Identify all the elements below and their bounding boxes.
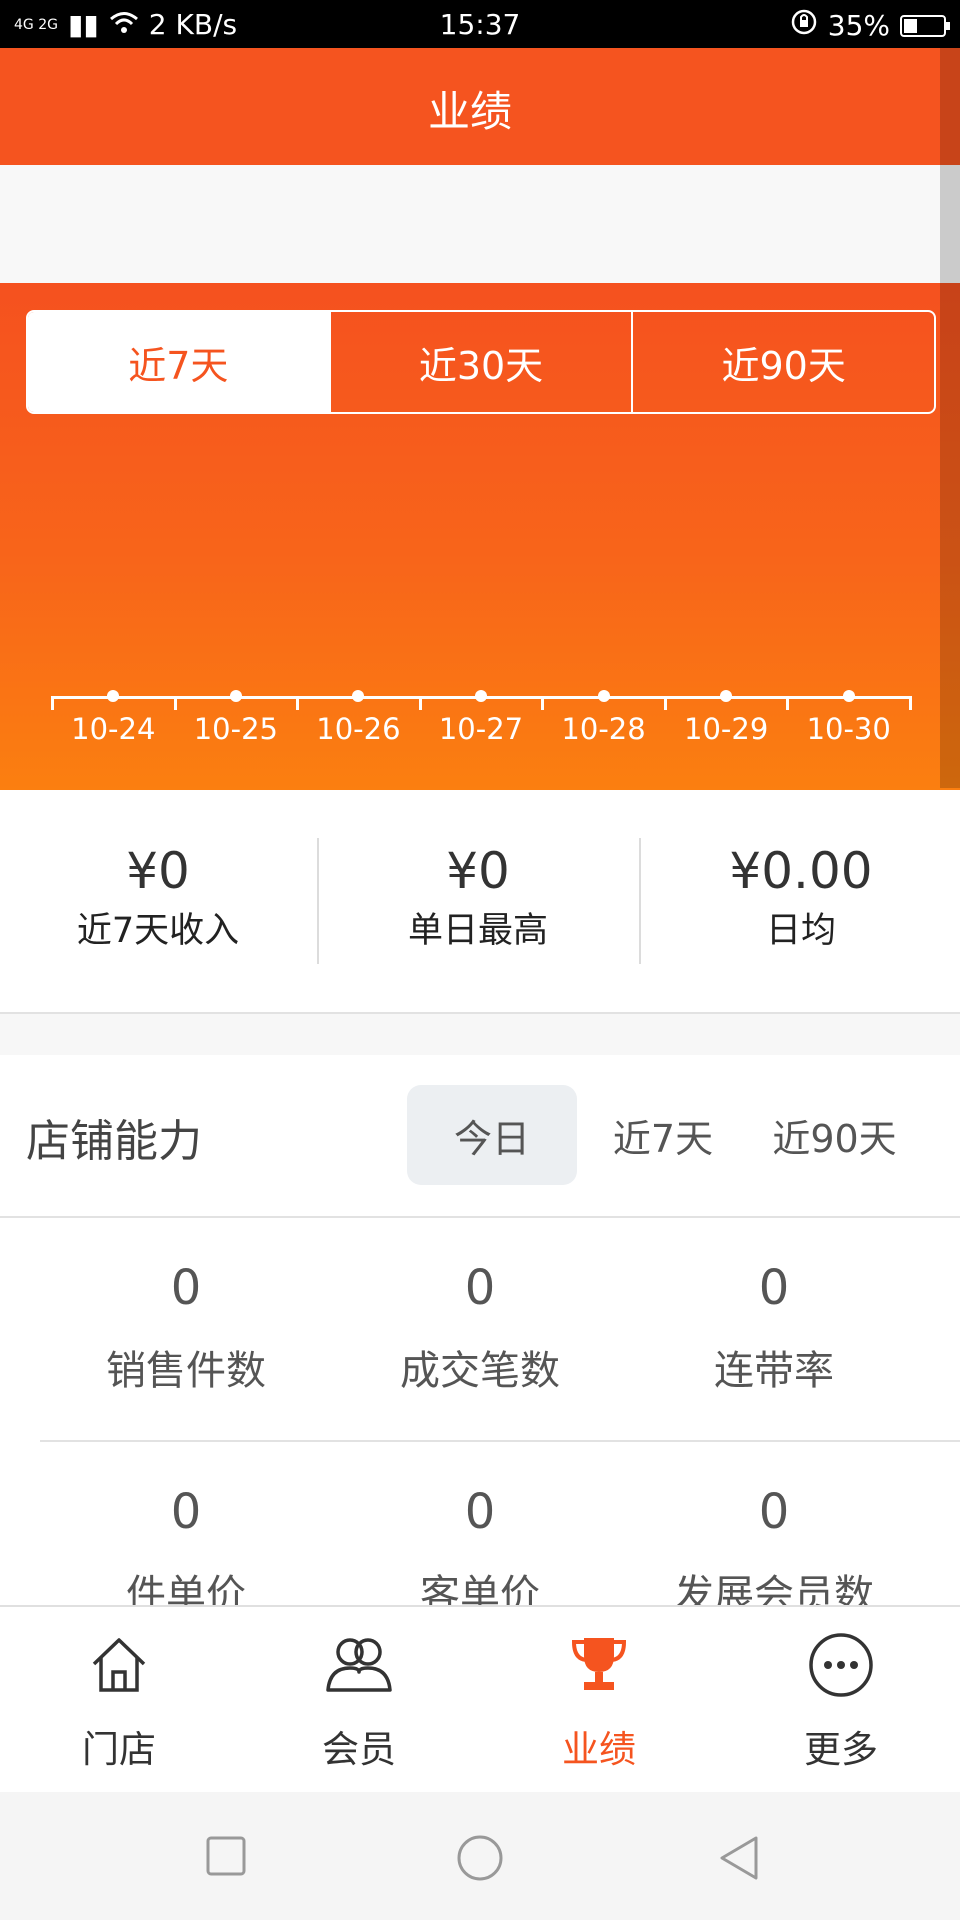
divider: [317, 838, 319, 964]
home-button[interactable]: [456, 1834, 504, 1886]
divider: [40, 1440, 960, 1442]
section-title: 店铺能力: [26, 1116, 202, 1167]
metric-value: 0: [758, 1260, 790, 1316]
tab-performance[interactable]: 业绩: [499, 1625, 699, 1773]
status-bar: 4G 2G ▮▮ 2 KB/s 15:37 35%: [0, 0, 960, 48]
battery-percent: 35%: [827, 9, 890, 42]
metric-attach-rate: 0 连带率: [644, 1260, 904, 1396]
circle-icon: [457, 1835, 503, 1881]
page-title: 业绩: [427, 87, 512, 136]
data-point: [597, 690, 610, 702]
data-point: [229, 690, 242, 702]
banner-spacer: [0, 165, 960, 283]
x-axis-tick: [296, 696, 300, 710]
x-tick-label: 10-29: [684, 712, 769, 746]
tab-90-days[interactable]: 近90天: [631, 312, 934, 412]
summary-label: 单日最高: [407, 911, 548, 951]
tab-store[interactable]: 门店: [19, 1625, 219, 1773]
x-axis-tick: [663, 696, 667, 710]
tab-30-days[interactable]: 近30天: [328, 312, 632, 412]
tab-members[interactable]: 会员: [259, 1625, 459, 1773]
period-7-days[interactable]: 近7天: [583, 1085, 743, 1185]
metric-label: 客单价: [420, 1572, 540, 1606]
metric-value: 0: [170, 1260, 202, 1316]
metric-label: 发展会员数: [674, 1572, 874, 1606]
metric-value: 0: [464, 1260, 496, 1316]
recent-apps-button[interactable]: [206, 1836, 246, 1880]
summary-daily-max: ¥0 单日最高: [328, 842, 628, 953]
x-axis-tick: [786, 696, 790, 710]
metric-orders: 0 成交笔数: [350, 1260, 610, 1396]
members-icon: [259, 1625, 459, 1705]
range-tabs: 近7天 近30天 近90天: [26, 310, 936, 414]
tab-label: 会员: [322, 1728, 396, 1771]
summary-daily-average: ¥0.00 日均: [651, 842, 951, 953]
data-point: [842, 690, 855, 702]
back-button[interactable]: [716, 1834, 760, 1886]
metric-sales-items: 0 销售件数: [56, 1260, 316, 1396]
square-icon: [206, 1836, 246, 1876]
divider: [639, 838, 641, 964]
period-today[interactable]: 今日: [407, 1085, 577, 1185]
home-icon: [19, 1625, 219, 1705]
metric-label: 件单价: [126, 1572, 246, 1606]
metric-label: 连带率: [714, 1348, 834, 1394]
metric-label: 销售件数: [106, 1348, 266, 1394]
metric-value: 0: [170, 1484, 202, 1540]
summary-label: 日均: [765, 911, 836, 951]
period-90-days[interactable]: 近90天: [752, 1085, 917, 1185]
scrollbar[interactable]: [940, 48, 960, 788]
data-point: [475, 690, 487, 702]
metric-customer-price: 0 客单价: [350, 1484, 610, 1606]
header: 业绩: [0, 48, 960, 165]
x-axis-tick: [51, 696, 54, 710]
x-axis-tick: [418, 696, 422, 710]
x-tick-label: 10-26: [316, 712, 401, 746]
battery-icon: [900, 14, 950, 37]
trophy-icon: [499, 1625, 699, 1705]
x-tick-label: 10-28: [561, 712, 646, 746]
x-tick-label: 10-25: [193, 712, 278, 746]
metric-new-members: 0 发展会员数: [644, 1484, 904, 1606]
tab-label: 业绩: [562, 1728, 636, 1771]
x-tick-label: 10-27: [438, 712, 524, 746]
system-navigation-bar: [0, 1792, 960, 1920]
metrics-grid: 0 销售件数 0 成交笔数 0 连带率 0 件单价 0 客单价 0 发展会员数: [0, 1224, 960, 1606]
metric-unit-price: 0 件单价: [56, 1484, 316, 1606]
tab-label: 更多: [804, 1728, 878, 1771]
x-axis-tick: [541, 696, 545, 710]
summary-value: ¥0: [126, 842, 190, 900]
summary-7day-income: ¥0 近7天收入: [8, 842, 308, 953]
tab-label: 门店: [82, 1728, 156, 1771]
metric-label: 成交笔数: [400, 1348, 560, 1394]
tab-7-days[interactable]: 近7天: [28, 312, 329, 412]
x-axis-tick: [173, 696, 177, 710]
x-tick-label: 10-24: [71, 712, 156, 746]
divider: [0, 1216, 960, 1218]
more-icon: [741, 1625, 941, 1705]
metric-value: 0: [758, 1484, 790, 1540]
x-axis-tick: [909, 696, 912, 710]
summary-value: ¥0: [446, 842, 510, 900]
tab-more[interactable]: 更多: [741, 1625, 941, 1773]
back-triangle-icon: [720, 1836, 758, 1880]
rotation-lock-icon: [790, 8, 818, 43]
summary-value: ¥0.00: [729, 842, 873, 900]
summary-label: 近7天收入: [76, 911, 240, 951]
metric-value: 0: [464, 1484, 496, 1540]
x-tick-label: 10-30: [806, 712, 891, 746]
